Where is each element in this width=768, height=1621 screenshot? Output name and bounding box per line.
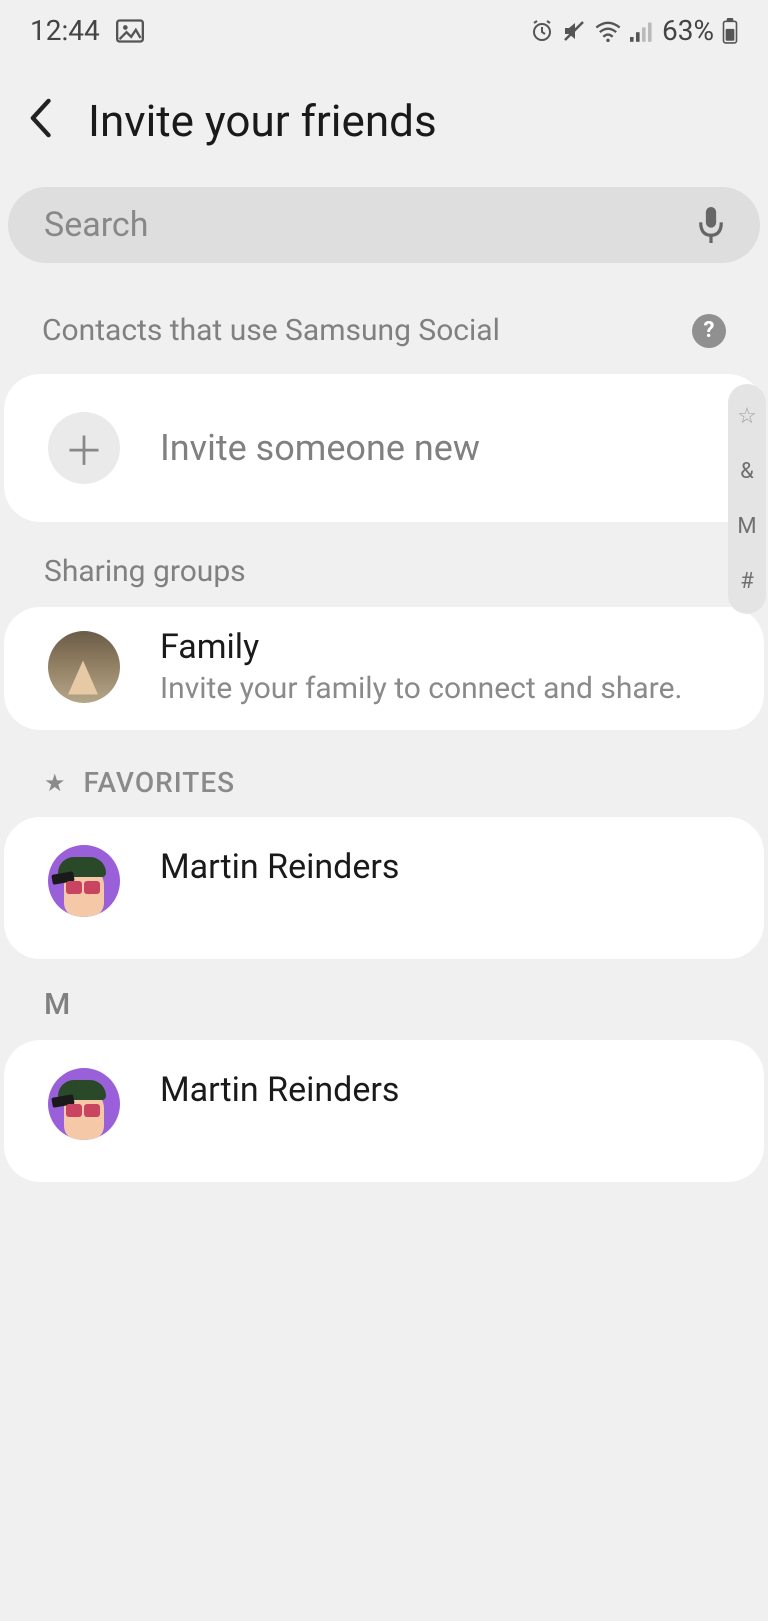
contact-detail-redacted — [160, 893, 360, 929]
contacts-section-header: Contacts that use Samsung Social ? — [0, 263, 768, 374]
m-card: Martin Reinders — [4, 1040, 764, 1182]
contact-name: Martin Reinders — [160, 847, 399, 887]
microphone-icon[interactable] — [698, 207, 724, 243]
index-star-icon[interactable]: ☆ — [737, 404, 757, 429]
contact-avatar — [48, 1068, 120, 1140]
battery-icon — [722, 18, 738, 44]
status-time: 12:44 — [30, 14, 100, 47]
family-avatar — [48, 631, 120, 703]
favorites-header: ★ FAVORITES — [0, 730, 768, 817]
mute-icon — [562, 19, 586, 43]
contact-avatar — [48, 845, 120, 917]
favorite-contact-row[interactable]: Martin Reinders — [4, 817, 764, 959]
battery-percent: 63% — [662, 14, 714, 47]
contact-text: Martin Reinders — [160, 845, 399, 929]
sharing-groups-label: Sharing groups — [0, 522, 768, 607]
status-bar: 12:44 63% — [0, 0, 768, 55]
image-icon — [116, 19, 144, 43]
invite-new-label: Invite someone new — [160, 427, 480, 469]
scroll-index[interactable]: ☆ & M # — [728, 384, 766, 614]
help-icon[interactable]: ? — [692, 314, 726, 348]
back-button[interactable] — [28, 98, 52, 145]
letter-section-m: M — [0, 959, 768, 1040]
contact-name: Martin Reinders — [160, 1070, 399, 1110]
index-hash[interactable]: # — [740, 569, 754, 594]
family-subtitle: Invite your family to connect and share. — [160, 671, 682, 706]
contact-text: Martin Reinders — [160, 1068, 399, 1152]
star-icon: ★ — [44, 769, 66, 797]
favorites-label: FAVORITES — [84, 766, 236, 799]
family-group-card: Family Invite your family to connect and… — [4, 607, 764, 730]
family-text: Family Invite your family to connect and… — [160, 627, 682, 706]
search-input[interactable]: Search — [8, 187, 760, 263]
index-amp[interactable]: & — [740, 459, 754, 484]
plus-icon: ＋ — [48, 412, 120, 484]
favorites-card: Martin Reinders — [4, 817, 764, 959]
wifi-icon — [594, 20, 622, 42]
invite-new-row[interactable]: ＋ Invite someone new — [4, 374, 764, 522]
search-placeholder: Search — [44, 205, 698, 245]
contacts-label: Contacts that use Samsung Social — [42, 313, 500, 348]
status-right: 63% — [530, 14, 738, 47]
signal-icon — [630, 20, 654, 42]
status-left: 12:44 — [30, 14, 144, 47]
alarm-icon — [530, 19, 554, 43]
contact-detail-redacted — [160, 1116, 360, 1152]
m-contact-row[interactable]: Martin Reinders — [4, 1040, 764, 1182]
page-header: Invite your friends — [0, 55, 768, 177]
index-m[interactable]: M — [737, 514, 756, 539]
page-title: Invite your friends — [88, 95, 437, 147]
family-group-row[interactable]: Family Invite your family to connect and… — [4, 607, 764, 730]
family-title: Family — [160, 627, 682, 667]
invite-new-card: ＋ Invite someone new — [4, 374, 764, 522]
